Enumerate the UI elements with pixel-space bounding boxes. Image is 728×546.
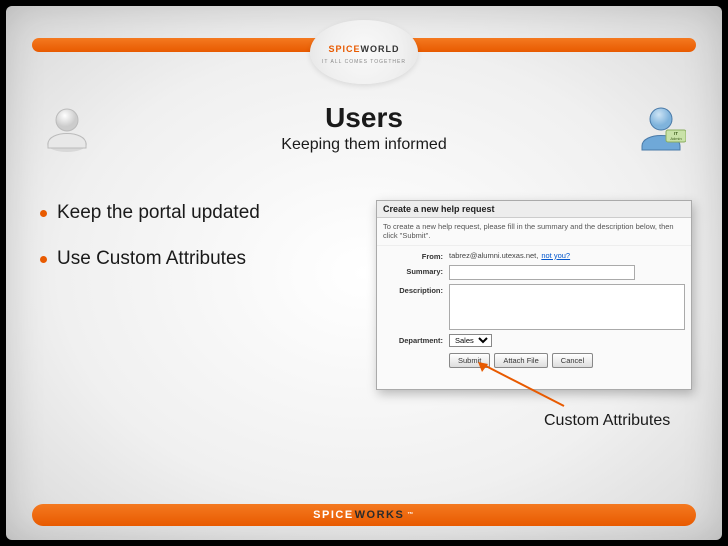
it-admin-buddy-icon: IT Admin bbox=[636, 102, 686, 159]
description-textarea[interactable] bbox=[449, 284, 685, 330]
logo-text-spice: SPICE bbox=[328, 44, 360, 54]
cancel-button[interactable]: Cancel bbox=[552, 353, 593, 368]
footer-tm: ™ bbox=[407, 512, 415, 518]
from-label: From: bbox=[383, 250, 449, 261]
description-label: Description: bbox=[383, 284, 449, 330]
list-item: Keep the portal updated bbox=[40, 202, 260, 224]
user-buddy-icon bbox=[42, 104, 92, 157]
bullet-dot-icon bbox=[40, 210, 47, 217]
summary-label: Summary: bbox=[383, 265, 449, 280]
page-subtitle: Keeping them informed bbox=[6, 136, 722, 154]
bullet-text: Keep the portal updated bbox=[57, 202, 260, 224]
bullet-text: Use Custom Attributes bbox=[57, 248, 246, 270]
not-you-link[interactable]: not you? bbox=[541, 251, 570, 260]
bullet-dot-icon bbox=[40, 256, 47, 263]
logo-text-world: WORLD bbox=[361, 44, 400, 54]
department-select[interactable]: Sales bbox=[449, 334, 492, 347]
list-item: Use Custom Attributes bbox=[40, 248, 260, 270]
svg-text:Admin: Admin bbox=[670, 136, 681, 141]
logo-tagline: IT ALL COMES TOGETHER bbox=[322, 59, 406, 65]
spiceworld-logo-badge: SPICEWORLD IT ALL COMES TOGETHER bbox=[310, 20, 418, 84]
footer-logo-part2: WORKS bbox=[355, 509, 405, 521]
submit-button[interactable]: Submit bbox=[449, 353, 490, 368]
footer-logo-part1: SPICE bbox=[313, 509, 354, 521]
bullet-list: Keep the portal updated Use Custom Attri… bbox=[40, 202, 260, 294]
form-instructions: To create a new help request, please fil… bbox=[377, 218, 691, 246]
callout-label: Custom Attributes bbox=[544, 412, 670, 430]
department-label: Department: bbox=[383, 334, 449, 347]
footer-orange-bar: SPICEWORKS™ bbox=[32, 504, 696, 526]
spiceworks-footer-logo: SPICEWORKS™ bbox=[313, 509, 415, 521]
from-value: tabrez@alumni.utexas.net, bbox=[449, 251, 538, 260]
summary-input[interactable] bbox=[449, 265, 635, 280]
form-header: Create a new help request bbox=[377, 201, 691, 218]
help-request-form: Create a new help request To create a ne… bbox=[376, 200, 692, 390]
title-block: Users Keeping them informed bbox=[6, 102, 722, 154]
page-title: Users bbox=[6, 102, 722, 134]
attach-file-button[interactable]: Attach File bbox=[494, 353, 547, 368]
